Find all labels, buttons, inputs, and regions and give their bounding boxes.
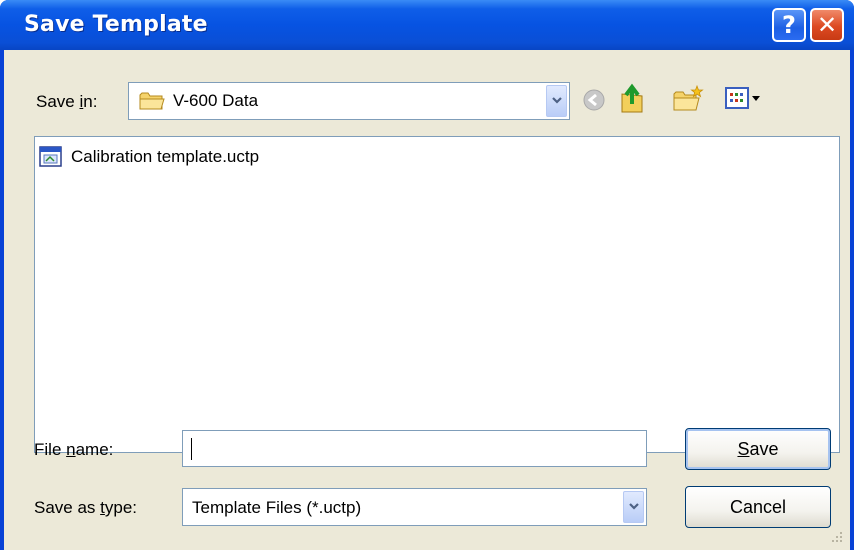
save-in-folder-name: V-600 Data xyxy=(173,91,259,110)
up-folder-icon[interactable] xyxy=(618,82,648,119)
folder-icon xyxy=(139,91,165,116)
view-menu-icon[interactable] xyxy=(724,86,764,117)
save-in-dropdown-button[interactable] xyxy=(546,85,567,117)
save-as-type-combo[interactable]: Template Files (*.uctp) xyxy=(182,488,647,526)
save-as-type-value: Template Files (*.uctp) xyxy=(192,498,362,517)
file-name-field-label: File name: xyxy=(34,440,114,459)
file-name-label: Calibration template.uctp xyxy=(71,147,260,166)
file-list[interactable]: Calibration template.uctp xyxy=(34,136,840,453)
save-button[interactable]: Save xyxy=(685,428,831,470)
title-bar[interactable]: Save Template ? ✕ xyxy=(0,0,854,50)
cancel-button[interactable]: Cancel xyxy=(685,486,831,528)
text-caret xyxy=(191,438,192,460)
save-in-label: Save in: xyxy=(36,92,98,111)
new-folder-icon[interactable] xyxy=(672,84,704,119)
save-template-dialog: Save Template ? ✕ Save in: V-600 Data Ca… xyxy=(0,0,854,550)
dialog-title: Save Template xyxy=(24,12,208,37)
help-button[interactable]: ? xyxy=(772,8,806,42)
save-as-type-label: Save as type: xyxy=(34,498,138,517)
file-name-input[interactable] xyxy=(182,430,647,467)
save-in-combo[interactable]: V-600 Data xyxy=(128,82,570,120)
save-as-type-dropdown-button[interactable] xyxy=(623,491,644,523)
close-icon: ✕ xyxy=(816,11,838,39)
resize-grip-icon[interactable] xyxy=(826,526,846,551)
help-icon: ? xyxy=(782,11,796,39)
template-file-icon xyxy=(39,146,63,173)
cancel-label: Cancel xyxy=(729,497,787,517)
back-icon[interactable] xyxy=(582,88,606,117)
dialog-body: Save in: V-600 Data Calibration template… xyxy=(4,50,850,550)
close-button[interactable]: ✕ xyxy=(810,8,844,42)
